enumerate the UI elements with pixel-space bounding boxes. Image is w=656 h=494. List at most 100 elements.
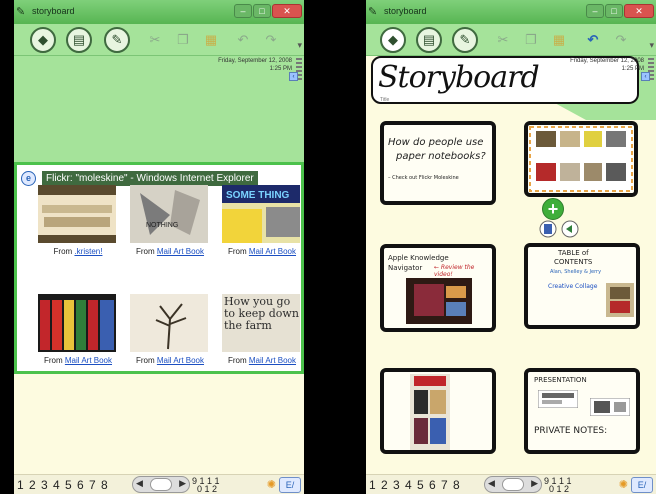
- close-button[interactable]: ✕: [272, 4, 302, 18]
- browser-window[interactable]: e Flickr: "moleskine" - Windows Internet…: [14, 162, 304, 374]
- card-3-line-3: ← Review the video!: [434, 264, 475, 278]
- thumb-3-text: SOME THING: [226, 190, 290, 201]
- close-button[interactable]: ✕: [624, 4, 654, 18]
- storyboard-window-browser: ✎ storyboard – □ ✕ ◆ ▤ ✎ ✂ ❐ ▦ ↶ ↷ ▾ Fri…: [14, 0, 304, 494]
- more-page-numbers[interactable]: 9 1 1 1 0 1 2: [544, 477, 572, 494]
- thumbnail-2[interactable]: NOTHING: [130, 185, 208, 243]
- view-icon[interactable]: ◆: [30, 27, 56, 53]
- title-label: Title: [380, 97, 390, 103]
- maximize-button[interactable]: □: [253, 4, 271, 18]
- pen-icon: ✎: [16, 6, 26, 18]
- caption-2: From Mail Art Book: [124, 247, 216, 256]
- paste-icon[interactable]: ▦: [198, 27, 224, 53]
- slide-thumb-1[interactable]: [538, 390, 578, 408]
- minimize-button[interactable]: –: [234, 4, 252, 18]
- source-link-1[interactable]: .kristen!: [74, 247, 102, 256]
- date-text: Friday, September 12, 2008: [218, 58, 292, 64]
- page-title[interactable]: Storyboard: [378, 60, 540, 95]
- scroll-thumb[interactable]: [150, 478, 172, 491]
- title-bar[interactable]: ✎ storyboard – □ ✕: [366, 0, 656, 24]
- video-screenshot[interactable]: [406, 278, 472, 324]
- new-page-icon[interactable]: ✺: [619, 478, 628, 491]
- new-page-icon[interactable]: ✺: [267, 478, 276, 491]
- thumb-2-text: NOTHING: [146, 222, 178, 229]
- undo-icon[interactable]: ↶: [230, 27, 256, 53]
- page-numbers[interactable]: 1 2 3 4 5 6 7 8: [369, 478, 461, 492]
- toolbar-grip-icon[interactable]: ▾: [649, 40, 654, 51]
- scroll-right-icon[interactable]: ▶: [531, 478, 538, 489]
- browser-title: Flickr: "moleskine" - Windows Internet E…: [42, 171, 258, 186]
- card-1-line-2: paper notebooks?: [396, 151, 486, 162]
- edit-page-icon[interactable]: ✎: [104, 27, 130, 53]
- card-tools[interactable]: [538, 219, 582, 239]
- storyboard-card-2[interactable]: [524, 121, 638, 197]
- page-scroller[interactable]: ◀ ▶: [484, 476, 542, 493]
- scroll-left-icon[interactable]: ◀: [488, 478, 495, 489]
- source-link-3[interactable]: Mail Art Book: [249, 247, 296, 256]
- add-card-icon[interactable]: +: [542, 198, 564, 220]
- thumbnail-3[interactable]: SOME THING: [222, 185, 300, 243]
- time-text: 1:25 PM: [269, 66, 292, 72]
- thumbnail-1[interactable]: [38, 185, 116, 243]
- minimize-button[interactable]: –: [586, 4, 604, 18]
- view-icon[interactable]: ◆: [380, 27, 406, 53]
- caption-3: From Mail Art Book: [216, 247, 304, 256]
- copy-icon[interactable]: ❐: [518, 27, 544, 53]
- redo-icon[interactable]: ↷: [608, 27, 634, 53]
- thumbnail-5[interactable]: [130, 294, 208, 352]
- printer-icon[interactable]: ▤: [416, 27, 442, 53]
- collapse-arrow-icon[interactable]: ‹: [289, 72, 298, 81]
- page-scroller[interactable]: ◀ ▶: [132, 476, 190, 493]
- redo-icon[interactable]: ↷: [258, 27, 284, 53]
- source-link-2[interactable]: Mail Art Book: [157, 247, 204, 256]
- magazine-image[interactable]: [410, 374, 450, 450]
- pen-icon: ✎: [368, 6, 378, 18]
- card-4-line-2: CONTENTS: [554, 258, 593, 266]
- page-navigation: 1 2 3 4 5 6 7 8 ◀ ▶ 9 1 1 1 0 1 2 ✺ E/: [366, 474, 656, 494]
- toolbar-grip-icon[interactable]: ▾: [297, 40, 302, 51]
- caption-from: From: [53, 247, 73, 256]
- scroll-left-icon[interactable]: ◀: [136, 478, 143, 489]
- toolbar: ◆ ▤ ✎ ✂ ❐ ▦ ↶ ↷ ▾: [14, 24, 304, 56]
- storyboard-card-5[interactable]: [380, 368, 496, 454]
- storyboard-card-6[interactable]: PRESENTATION PRIVATE NOTES:: [524, 368, 640, 454]
- caption-from: From: [135, 247, 155, 256]
- card-4-line-1: TABLE of: [558, 249, 589, 257]
- undo-icon[interactable]: ↶: [580, 27, 606, 53]
- caption-4: From Mail Art Book: [32, 356, 124, 365]
- date-text: Friday, September 12, 2008: [570, 58, 644, 64]
- slide-thumb-2[interactable]: [590, 398, 630, 416]
- ie-logo-icon: e: [21, 171, 36, 186]
- scroll-thumb[interactable]: [502, 478, 524, 491]
- card-4-line-3: Alan, Shelley & Jerry: [550, 269, 602, 275]
- source-link-6[interactable]: Mail Art Book: [249, 356, 296, 365]
- paste-icon[interactable]: ▦: [546, 27, 572, 53]
- storyboard-card-1[interactable]: How do people use paper notebooks? – Che…: [380, 121, 496, 205]
- maximize-button[interactable]: □: [605, 4, 623, 18]
- page-numbers[interactable]: 1 2 3 4 5 6 7 8: [17, 478, 109, 492]
- thumbnail-4[interactable]: [38, 294, 116, 352]
- cut-icon[interactable]: ✂: [142, 27, 168, 53]
- view-mode-icon[interactable]: E/: [631, 477, 653, 493]
- page-navigation: 1 2 3 4 5 6 7 8 ◀ ▶ 9 1 1 1 0 1 2 ✺ E/: [14, 474, 304, 494]
- collage-thumb[interactable]: [606, 283, 634, 317]
- thumbnail-6[interactable]: How you go to keep down the farm: [222, 294, 300, 352]
- scroll-right-icon[interactable]: ▶: [179, 478, 186, 489]
- cut-icon[interactable]: ✂: [490, 27, 516, 53]
- title-bar[interactable]: ✎ storyboard – □ ✕: [14, 0, 304, 24]
- source-link-4[interactable]: Mail Art Book: [65, 356, 112, 365]
- source-link-5[interactable]: Mail Art Book: [157, 356, 204, 365]
- storyboard-card-3[interactable]: Apple Knowledge Navigator ← Review the v…: [380, 244, 496, 332]
- edit-page-icon[interactable]: ✎: [452, 27, 478, 53]
- card-6-line-2: PRIVATE NOTES:: [534, 426, 608, 436]
- time-text: 1:25 PM: [621, 66, 644, 72]
- copy-icon[interactable]: ❐: [170, 27, 196, 53]
- date-stamp: Friday, September 12, 2008 1:25 PM: [570, 57, 644, 73]
- card-3-line-2: Navigator: [388, 264, 423, 272]
- storyboard-card-4[interactable]: TABLE of CONTENTS Alan, Shelley & Jerry …: [524, 243, 640, 329]
- view-mode-icon[interactable]: E/: [279, 477, 301, 493]
- more-page-numbers[interactable]: 9 1 1 1 0 1 2: [192, 477, 220, 494]
- printer-icon[interactable]: ▤: [66, 27, 92, 53]
- date-stamp: Friday, September 12, 2008 1:25 PM: [218, 57, 292, 73]
- collapse-arrow-icon[interactable]: ‹: [641, 72, 650, 81]
